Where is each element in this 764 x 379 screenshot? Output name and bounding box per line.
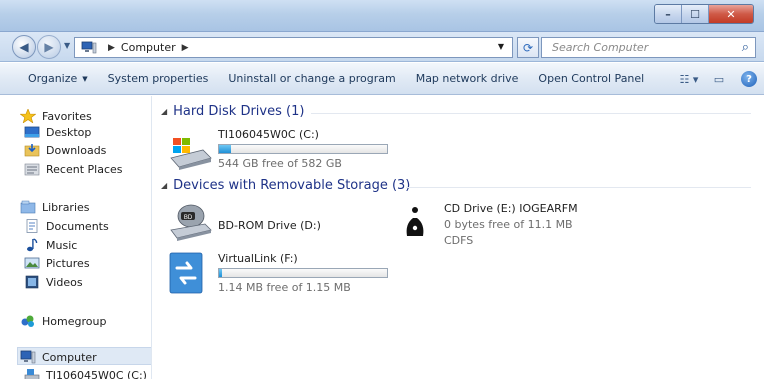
drive-name: TI106045W0C (C:) xyxy=(218,128,319,141)
breadcrumb-computer[interactable]: Computer xyxy=(121,41,176,54)
back-button[interactable]: ◀ xyxy=(12,35,36,59)
sidebar-item-label: Homegroup xyxy=(42,314,107,328)
sidebar-item-documents[interactable]: Documents xyxy=(24,217,109,235)
desktop-icon xyxy=(24,126,40,138)
pictures-icon xyxy=(24,257,40,269)
system-properties-button[interactable]: System properties xyxy=(98,68,219,90)
drive-free-space: 1.14 MB free of 1.15 MB xyxy=(218,281,351,294)
sidebar-item-label: Computer xyxy=(42,350,97,364)
close-button[interactable]: ✕ xyxy=(709,5,753,23)
refresh-button[interactable]: ⟳ xyxy=(517,37,539,58)
drive-free-space: 544 GB free of 582 GB xyxy=(218,157,342,170)
drive-usage-bar xyxy=(218,268,388,278)
sidebar-item-libraries[interactable]: Libraries xyxy=(20,198,90,216)
group-divider xyxy=(311,113,751,114)
bd-logo-text: BD xyxy=(184,215,193,221)
documents-icon xyxy=(26,219,38,233)
sidebar-item-label: Music xyxy=(46,238,78,252)
drive-free-space: 0 bytes free of 11.1 MB xyxy=(444,218,573,231)
navigation-pane: Favorites Desktop Downloads Recent Place… xyxy=(0,96,152,379)
preview-pane-button[interactable]: ▭ xyxy=(704,68,734,90)
chevron-down-icon: ▼ xyxy=(82,74,88,83)
drive-name: VirtualLink (F:) xyxy=(218,252,298,265)
downloads-folder-icon xyxy=(24,144,40,157)
search-input[interactable]: Search Computer ⌕ xyxy=(541,37,756,58)
sidebar-item-label: Documents xyxy=(46,219,109,233)
libraries-icon xyxy=(20,200,36,214)
star-icon xyxy=(20,109,36,123)
command-bar: Organize ▼ System properties Uninstall or… xyxy=(0,63,764,95)
help-button[interactable]: ? xyxy=(734,68,764,90)
refresh-icon: ⟳ xyxy=(522,40,534,55)
sidebar-item-downloads[interactable]: Downloads xyxy=(24,141,106,159)
homegroup-icon xyxy=(21,315,34,327)
search-icon[interactable]: ⌕ xyxy=(742,40,749,55)
sidebar-item-drive-c[interactable]: TI106045W0C (C:) xyxy=(24,366,147,379)
uninstall-program-button[interactable]: Uninstall or change a program xyxy=(218,68,405,90)
maximize-button[interactable]: ☐ xyxy=(682,5,709,23)
organize-label: Organize xyxy=(28,72,78,85)
group-divider xyxy=(406,187,751,188)
computer-icon xyxy=(20,350,36,364)
group-hard-disk-drives[interactable]: ◢ Hard Disk Drives (1) xyxy=(161,104,751,119)
sidebar-item-label: TI106045W0C (C:) xyxy=(46,368,147,379)
search-placeholder: Search Computer xyxy=(552,41,649,54)
change-view-button[interactable]: ☷ ▾ xyxy=(674,68,704,90)
sidebar-item-label: Pictures xyxy=(46,256,90,270)
address-row: ◀ ▶ ▼ ▶ Computer ▶ ▼ ⟳ Search Computer ⌕ xyxy=(0,32,764,62)
group-title: Hard Disk Drives (1) xyxy=(173,104,305,119)
sidebar-item-label: Downloads xyxy=(46,143,107,157)
group-removable-storage[interactable]: ◢ Devices with Removable Storage (3) xyxy=(161,178,751,193)
sidebar-item-label: Favorites xyxy=(42,109,92,123)
sidebar-item-label: Desktop xyxy=(46,125,92,139)
title-bar: – ☐ ✕ xyxy=(0,0,764,32)
forward-arrow-icon: ▶ xyxy=(44,40,54,54)
sidebar-item-desktop[interactable]: Desktop xyxy=(24,123,91,141)
drive-usage-fill xyxy=(219,145,231,153)
sidebar-item-videos[interactable]: Videos xyxy=(24,273,83,291)
sidebar-item-homegroup[interactable]: Homegroup xyxy=(20,312,106,330)
drive-name: CD Drive (E:) IOGEARFM xyxy=(444,202,578,215)
drive-name: BD-ROM Drive (D:) xyxy=(218,219,321,232)
hard-drive-icon xyxy=(24,369,40,379)
sidebar-item-label: Libraries xyxy=(42,200,90,214)
address-bar[interactable]: ▶ Computer ▶ ▼ xyxy=(74,37,513,58)
caption-buttons: – ☐ ✕ xyxy=(654,4,754,24)
breadcrumb-arrow-icon[interactable]: ▶ xyxy=(182,43,189,53)
sidebar-item-label: Videos xyxy=(46,275,83,289)
computer-icon xyxy=(81,41,97,54)
sidebar-item-recent-places[interactable]: Recent Places xyxy=(24,160,123,178)
organize-button[interactable]: Organize ▼ xyxy=(18,68,98,90)
content-pane: ◢ Hard Disk Drives (1) TI106045W0C (C:) … xyxy=(153,96,764,379)
bd-rom-drive-icon: BD xyxy=(170,204,212,241)
collapse-triangle-icon[interactable]: ◢ xyxy=(161,107,167,116)
address-dropdown-icon[interactable]: ▼ xyxy=(498,42,504,51)
music-icon xyxy=(27,238,38,252)
forward-button[interactable]: ▶ xyxy=(37,35,61,59)
collapse-triangle-icon[interactable]: ◢ xyxy=(161,181,167,190)
map-network-drive-button[interactable]: Map network drive xyxy=(406,68,529,90)
sidebar-item-music[interactable]: Music xyxy=(24,236,77,254)
view-options-icon: ☷ ▾ xyxy=(679,72,699,86)
virtuallink-drive-icon xyxy=(169,252,203,294)
recent-places-icon xyxy=(24,163,40,176)
drive-usage-fill xyxy=(219,269,223,277)
sidebar-item-label: Recent Places xyxy=(46,162,123,176)
open-control-panel-button[interactable]: Open Control Panel xyxy=(528,68,654,90)
back-arrow-icon: ◀ xyxy=(19,40,29,54)
group-title: Devices with Removable Storage (3) xyxy=(173,178,411,193)
sidebar-item-pictures[interactable]: Pictures xyxy=(24,254,90,272)
windows-hard-drive-icon xyxy=(170,138,212,170)
help-icon: ? xyxy=(741,71,757,87)
cd-drive-icon xyxy=(406,207,424,236)
sidebar-item-computer[interactable]: Computer xyxy=(20,348,97,366)
breadcrumb-arrow-icon[interactable]: ▶ xyxy=(108,43,115,53)
drive-filesystem: CDFS xyxy=(444,234,474,247)
drive-usage-bar xyxy=(218,144,388,154)
videos-icon xyxy=(25,275,39,289)
minimize-button[interactable]: – xyxy=(655,5,682,23)
recent-pages-dropdown[interactable]: ▼ xyxy=(64,41,70,50)
preview-pane-icon: ▭ xyxy=(713,72,725,86)
